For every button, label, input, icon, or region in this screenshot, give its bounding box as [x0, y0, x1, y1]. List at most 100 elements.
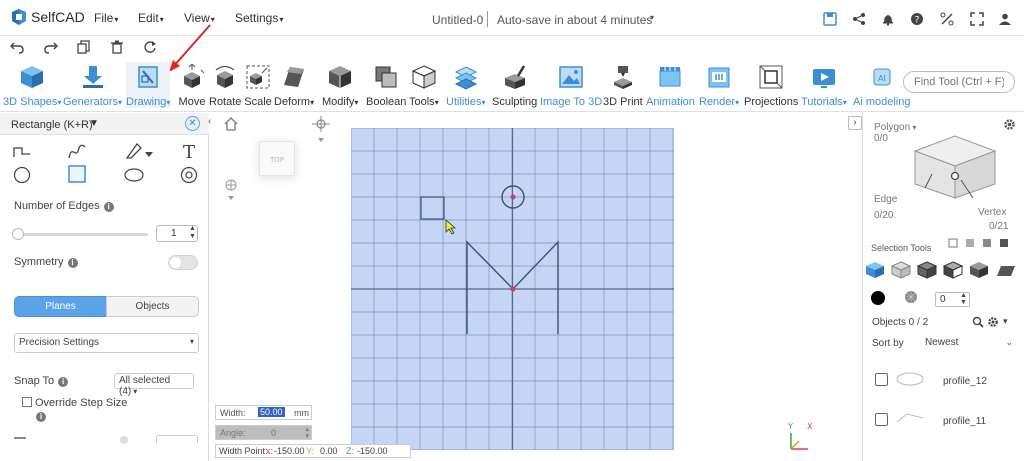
objects-menu-caret-icon[interactable]: ▾ [1003, 316, 1008, 327]
angle-input-box[interactable]: Angle: 0 ▴ ▾ [215, 425, 312, 440]
polyline-icon[interactable] [13, 143, 31, 161]
tool-generators[interactable]: Generators [63, 62, 122, 108]
undo-icon[interactable] [10, 40, 24, 54]
tab-planes[interactable]: Planes [14, 296, 107, 317]
select-mesh-cube-icon[interactable] [917, 261, 937, 279]
select-plane-icon[interactable] [996, 264, 1016, 278]
edges-stepper-icon[interactable]: ▲ ▼ [189, 225, 196, 241]
menu-edit[interactable]: Edit [138, 11, 164, 25]
find-tool-input[interactable] [903, 71, 1015, 93]
edge-label[interactable]: Edge [874, 194, 897, 205]
units-percent-icon[interactable] [939, 11, 955, 27]
select-grid-cube-icon[interactable] [891, 261, 911, 279]
vertex-label[interactable]: Vertex [978, 207, 1006, 218]
copy-icon[interactable] [77, 40, 91, 54]
object-name[interactable]: profile_12 [943, 376, 987, 387]
search-objects-icon[interactable] [972, 316, 984, 328]
collapse-right-panel-icon[interactable]: › [848, 116, 862, 130]
width-input-box[interactable]: Width: 50.00 mm [215, 405, 312, 420]
snap-to-select[interactable]: All selected (4) ▾ [114, 373, 194, 397]
tool-utilities[interactable]: Utilities [446, 62, 485, 108]
app-logo[interactable]: SelfCAD [10, 8, 85, 26]
menu-file[interactable]: File [94, 11, 118, 25]
select-face-cube-icon[interactable] [943, 261, 963, 279]
text-tool-icon[interactable]: T [180, 142, 198, 160]
autosave-caret-icon[interactable]: ▾ [650, 13, 654, 22]
autosave-status[interactable]: Auto-save in about 4 minutes [497, 13, 652, 27]
symmetry-toggle[interactable] [168, 255, 198, 270]
menu-settings[interactable]: Settings [235, 11, 283, 25]
angle-value[interactable]: 0 [271, 428, 276, 438]
tool-modify[interactable]: Modify [322, 62, 358, 108]
selection-mode-cube-icon[interactable] [905, 126, 1005, 206]
width-point-box[interactable]: Width Point: x: -150.00 Y: 0.00 Z: -150.… [215, 444, 411, 458]
user-avatar-icon[interactable] [997, 11, 1013, 27]
home-view-icon[interactable] [224, 117, 238, 131]
fullscreen-icon[interactable] [969, 11, 985, 27]
tab-objects[interactable]: Objects [106, 296, 199, 317]
orientation-gizmo-icon[interactable] [223, 178, 239, 202]
tool-3d-print[interactable]: 3D Print [603, 62, 643, 108]
color-swatch[interactable] [871, 291, 885, 305]
info-icon[interactable]: i [36, 412, 46, 422]
rectangle-shape-icon[interactable] [68, 165, 86, 183]
perspective-camera-icon[interactable] [312, 116, 330, 144]
angle-stepper-icon[interactable]: ▴ ▾ [305, 426, 309, 440]
object-name[interactable]: profile_11 [943, 416, 986, 427]
save-icon[interactable] [822, 11, 838, 27]
wp-y-value[interactable]: 0.00 [320, 446, 338, 456]
tool-deform[interactable]: Deform [274, 62, 314, 108]
tool-boolean[interactable]: Boolean [366, 62, 406, 108]
tool-rotate[interactable]: Rotate [209, 62, 241, 108]
tool-image-to-3d[interactable]: Image To 3D [540, 62, 602, 108]
select-object-cube-icon[interactable] [865, 261, 885, 279]
wp-z-value[interactable]: -150.00 [357, 446, 388, 456]
concentric-circle-icon[interactable] [180, 166, 198, 184]
info-icon[interactable]: i [58, 377, 69, 387]
help-icon[interactable]: ? [909, 11, 925, 27]
delete-trash-icon[interactable] [110, 40, 124, 54]
share-icon[interactable] [851, 11, 867, 27]
texture-sphere-icon[interactable] [904, 290, 918, 304]
pen-tool-icon[interactable] [125, 142, 153, 160]
object-checkbox[interactable] [875, 413, 888, 426]
object-checkbox[interactable] [875, 373, 888, 386]
tool-ai-modeling[interactable]: AI Ai modeling [853, 62, 910, 108]
wp-x-value[interactable]: -150.00 [274, 446, 305, 456]
drawing-plane-grid[interactable] [351, 128, 674, 450]
tool-animation[interactable]: Animation [646, 62, 695, 108]
precision-settings-select[interactable]: Precision Settings [14, 333, 199, 353]
tool-move[interactable]: Move [178, 62, 206, 108]
edges-slider-handle[interactable] [12, 228, 24, 240]
override-step-checkbox[interactable] [22, 397, 32, 407]
view-cube[interactable]: TOP [259, 141, 295, 176]
tool-sculpting[interactable]: Sculpting [492, 62, 537, 108]
panel-title-dropdown-icon[interactable]: ▼ [89, 118, 99, 129]
animation-icon [659, 67, 681, 87]
ellipse-shape-icon[interactable] [123, 166, 145, 184]
tool-projections[interactable]: Projections [744, 62, 798, 108]
tool-3d-shapes[interactable]: 3D Shapes [3, 62, 61, 108]
tool-tutorials[interactable]: Tutorials [801, 62, 847, 108]
reset-view-icon[interactable] [143, 40, 157, 54]
selection-tool-icons-small[interactable] [948, 237, 1018, 249]
collapse-left-panel-icon[interactable]: ‹ [208, 116, 220, 130]
edges-slider-track[interactable] [16, 233, 148, 236]
document-title[interactable]: Untitled-0 [432, 13, 483, 27]
circle-shape-icon[interactable] [13, 166, 31, 184]
close-panel-button[interactable]: ✕ [185, 116, 200, 131]
selection-number-stepper-icon[interactable]: ▲ ▼ [960, 292, 967, 306]
width-value[interactable]: 50.00 [258, 407, 285, 417]
select-solid-cube-icon[interactable] [969, 261, 989, 279]
tool-tools[interactable]: Tools [409, 62, 439, 108]
tool-scale[interactable]: Scale [244, 62, 272, 108]
tool-render[interactable]: Render [699, 62, 739, 108]
notifications-bell-icon[interactable] [880, 11, 896, 27]
info-icon[interactable]: i [67, 258, 78, 268]
redo-icon[interactable] [44, 40, 58, 54]
tool-drawing[interactable]: Drawing [126, 62, 171, 108]
objects-settings-gear-icon[interactable] [987, 316, 999, 328]
sort-by-select[interactable]: Newest ⌄ [925, 337, 1015, 351]
info-icon[interactable]: i [103, 202, 114, 212]
curve-icon[interactable] [68, 143, 86, 161]
